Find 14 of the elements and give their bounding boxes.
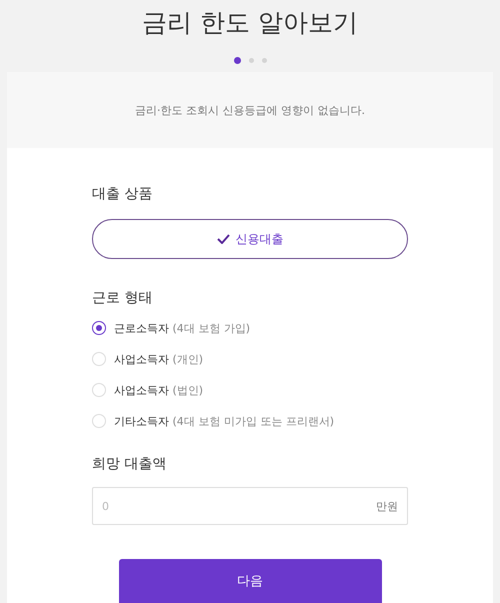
section-label: 희망 대출액 [92,455,166,473]
notice-text: 금리·한도 조회시 신용등급에 영향이 없습니다. [135,102,365,118]
radio-label[interactable]: 기타소득자 (4대 보험 미가입 또는 프리랜서) [114,414,334,428]
unit-label: 만원 [376,499,398,514]
product-option[interactable]: 신용대출 [92,219,408,259]
next-button[interactable]: 다음 [118,559,382,603]
radio-label[interactable]: 사업소득자 (개인) [114,352,204,366]
radio-button[interactable] [92,321,106,335]
section-label: 대출 상품 [92,185,152,203]
radio-label[interactable]: 사업소득자 (법인) [114,382,204,398]
page-title: 금리 한도 알아보기 [142,7,358,39]
radio-label[interactable]: 근로소득자 (4대 보험 가입) [114,320,250,336]
check-icon [216,234,230,244]
section-label: 근로 형태 [92,289,152,307]
